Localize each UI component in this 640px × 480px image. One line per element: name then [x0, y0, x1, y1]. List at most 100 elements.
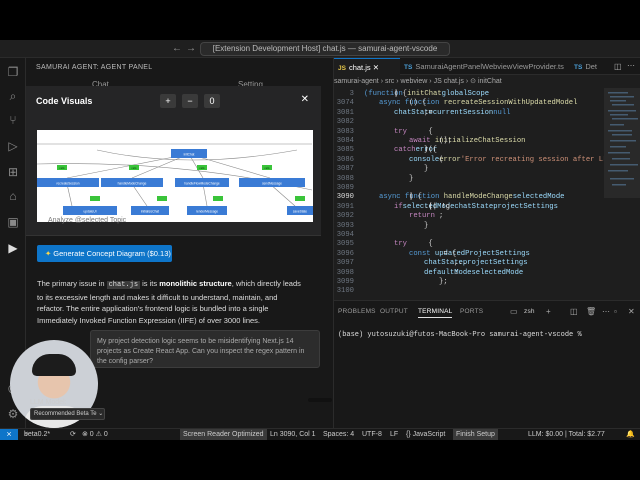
remote-indicator[interactable]: ⨯ [0, 429, 18, 440]
cursor-position[interactable]: Ln 3090, Col 1 [270, 429, 316, 440]
problems-count[interactable]: ⊗ 0 ⚠ 0 [82, 429, 108, 440]
files-icon[interactable]: ❐ [5, 64, 21, 80]
node-label-3: handleFlowModeChange [184, 182, 220, 186]
more-actions-icon[interactable]: ⋯ [627, 61, 635, 70]
forward-arrow-icon[interactable]: → [184, 42, 198, 56]
code-area[interactable]: 3 (function initChat(globalScope) {3074 as… [334, 88, 612, 300]
node-label-1: recreateSession [56, 182, 79, 186]
line-number: 3083 [336, 127, 354, 136]
line-number: 3096 [336, 249, 354, 258]
generate-diagram-button[interactable]: ✦ Generate Concept Diagram ($0.13) [37, 245, 172, 262]
code-line[interactable]: 3099}; [334, 278, 604, 287]
add-terminal-icon[interactable]: + [546, 307, 551, 316]
ts-file-icon: TS [574, 64, 583, 71]
more-actions-icon[interactable]: ⋯ [602, 307, 610, 316]
code-text: (function initChat(globalScope) { [364, 90, 489, 99]
package-icon[interactable]: ▣ [5, 214, 21, 230]
code-line[interactable]: 3082 [334, 118, 604, 127]
tab-chat-js[interactable]: JS chat.js ✕ [334, 58, 400, 75]
code-line[interactable]: 3088} [334, 175, 604, 184]
encoding[interactable]: UTF-8 [362, 429, 382, 440]
close-icon[interactable]: ✕ [373, 63, 379, 72]
code-line[interactable]: 3085} catch (error) { [334, 146, 604, 155]
extensions-icon[interactable]: ⊞ [5, 164, 21, 180]
code-line[interactable]: 3096 const updatedProjectSettings = { [334, 250, 604, 259]
zoom-level[interactable]: 0 [204, 94, 220, 108]
tab-ports[interactable]: PORTS [460, 308, 483, 315]
para-text-2: is its [140, 279, 160, 288]
code-token: || !g [424, 202, 450, 211]
zoom-in-button[interactable]: + [160, 94, 176, 108]
llm-cost[interactable]: LLM: $0.00 | Total: $2.77 [528, 429, 605, 440]
source-control-icon[interactable]: ⑂ [5, 112, 21, 128]
minimap[interactable] [604, 88, 640, 300]
close-icon[interactable]: ✕ [628, 307, 635, 316]
code-token: try [394, 127, 407, 136]
code-token: console [409, 155, 440, 164]
back-arrow-icon[interactable]: ← [170, 42, 184, 56]
code-line[interactable]: 3097 ... chatState. projectSettings, [334, 259, 604, 268]
zoom-out-button[interactable]: − [182, 94, 198, 108]
terminal-prompt[interactable]: (base) yutosuzuki@futos-MacBook-Pro samu… [338, 331, 582, 339]
line-number: 3100 [336, 287, 354, 296]
editor-tabs: JS chat.js ✕ TS SamuraiAgentPanelWebviewVi… [334, 58, 640, 75]
minimap-svg [604, 88, 640, 198]
code-line[interactable]: 3095 try { [334, 240, 604, 249]
close-icon[interactable]: ✕ [301, 94, 309, 105]
bell-icon[interactable]: 🔔 [626, 429, 635, 440]
tab-label: Det [585, 62, 597, 71]
trash-icon[interactable]: 🗑 [586, 307, 596, 316]
maximize-icon[interactable]: ▫ [614, 307, 617, 316]
code-line[interactable]: 3090 async function handleModeChange(sele… [334, 193, 604, 202]
finish-setup-button[interactable]: Finish Setup [453, 429, 498, 440]
tab-output[interactable]: OUTPUT [380, 308, 408, 315]
code-line[interactable]: 3086 console. error('Error recreating sess… [334, 155, 612, 165]
title-bar: ← → [Extension Development Host] chat.js… [0, 40, 640, 58]
code-line[interactable]: 3094 [334, 231, 604, 240]
code-line[interactable]: 3089 [334, 184, 604, 193]
code-line[interactable]: 3087} [334, 165, 604, 174]
horizontal-scrollbar[interactable] [308, 398, 332, 402]
language-mode[interactable]: {} JavaScript [406, 429, 445, 440]
shell-name[interactable]: zsh [524, 308, 535, 315]
line-number: 3097 [336, 259, 354, 268]
screen-reader-status[interactable]: Screen Reader Optimized [180, 429, 267, 440]
code-line[interactable]: 3083 try { [334, 128, 604, 137]
terminal-icon: ▭ [510, 307, 518, 316]
end-of-line[interactable]: LF [390, 429, 398, 440]
code-line[interactable]: 3100 [334, 287, 604, 296]
concept-diagram[interactable]: initChat recreateSession handleModeChang… [36, 130, 313, 222]
breadcrumb[interactable]: samurai-agent › src › webview › JS chat.… [334, 76, 640, 88]
code-line[interactable]: 3084 await initializeChatSession (); [334, 137, 604, 146]
llm-model-select[interactable]: Recommended Beta Te ⌄ [30, 408, 105, 420]
samurai-icon[interactable]: ▶ [5, 240, 21, 256]
code-line[interactable]: 3092 return; [334, 212, 604, 221]
llm-model-value: Recommended Beta Te [34, 411, 97, 417]
code-line[interactable]: 3074 async function recreateSessionWithUp… [334, 99, 604, 108]
code-line[interactable]: 3093} [334, 222, 604, 231]
remote-icon[interactable]: ⌂ [5, 188, 21, 204]
code-line[interactable]: 3091 if (! selectedMode || ! chatState. proj… [334, 203, 604, 212]
tab-problems[interactable]: PROBLEMS [338, 308, 376, 315]
tab-panel-provider[interactable]: TS SamuraiAgentPanelWebviewViewProvider.t… [400, 58, 570, 75]
search-icon[interactable]: ⌕ [5, 88, 21, 104]
split-editor-icon[interactable]: ◫ [614, 62, 622, 71]
indentation[interactable]: Spaces: 4 [323, 429, 354, 440]
tab-terminal[interactable]: TERMINAL [418, 308, 453, 318]
panel-title: SAMURAI AGENT: AGENT PANEL [36, 64, 153, 71]
code-line[interactable]: 3098 defaultMode: selectedMode [334, 269, 604, 278]
inline-code: chat.js [106, 281, 141, 289]
code-token: selectedMode [471, 268, 524, 277]
sync-icon[interactable]: ⟳ [70, 429, 76, 440]
tab-label: SamuraiAgentPanelWebviewViewProvider.ts [415, 62, 564, 71]
command-center-search[interactable]: [Extension Development Host] chat.js — s… [200, 42, 450, 56]
code-line[interactable]: 3081 chatState. currentSession = null; [334, 109, 604, 118]
code-text: defaultMode: selectedMode [424, 269, 523, 278]
chat-message-input[interactable]: My project detection logic seems to be m… [90, 330, 320, 368]
code-text: return; [409, 212, 443, 221]
code-line[interactable]: 3 (function initChat(globalScope) { [334, 90, 604, 99]
llm-model-label: LLM Model: [30, 399, 67, 406]
run-debug-icon[interactable]: ▷ [5, 138, 21, 154]
split-terminal-icon[interactable]: ◫ [570, 307, 578, 316]
tab-det[interactable]: TS Det [570, 58, 610, 75]
